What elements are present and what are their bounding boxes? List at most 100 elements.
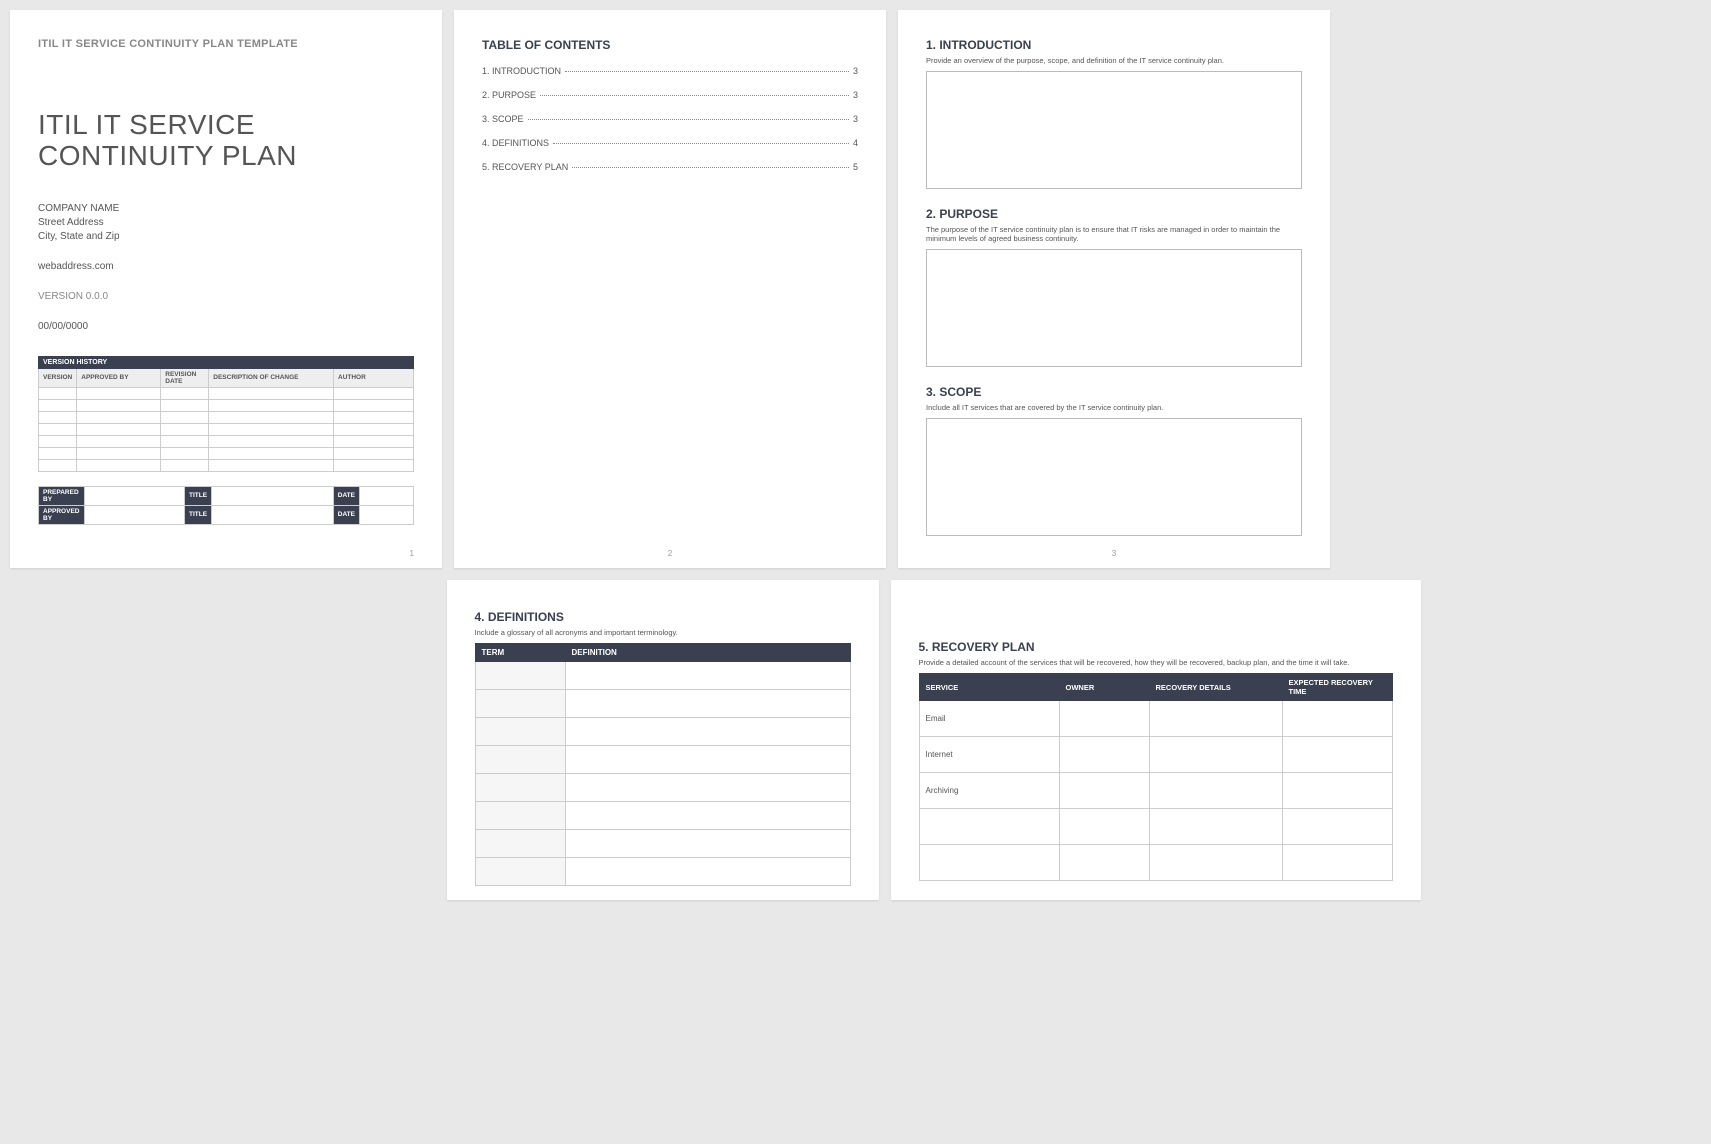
owner-cell[interactable] xyxy=(1059,701,1149,737)
term-cell[interactable] xyxy=(475,830,565,858)
service-cell[interactable]: Internet xyxy=(919,737,1059,773)
def-cell[interactable] xyxy=(565,718,850,746)
section-title-intro: 1. INTRODUCTION xyxy=(926,38,1302,52)
date-label2: DATE xyxy=(333,505,359,524)
page-2: TABLE OF CONTENTS 1. INTRODUCTION3 2. PU… xyxy=(454,10,886,568)
time-cell[interactable] xyxy=(1282,809,1392,845)
table-row xyxy=(39,387,414,399)
term-cell[interactable] xyxy=(475,662,565,690)
details-cell[interactable] xyxy=(1149,701,1282,737)
table-row xyxy=(475,830,850,858)
prep-by-val[interactable] xyxy=(85,486,185,505)
term-cell[interactable] xyxy=(475,858,565,886)
definitions-table: TERM DEFINITION xyxy=(475,643,851,886)
details-cell[interactable] xyxy=(1149,773,1282,809)
date-label: DATE xyxy=(333,486,359,505)
owner-cell[interactable] xyxy=(1059,773,1149,809)
table-row xyxy=(475,690,850,718)
toc-title: TABLE OF CONTENTS xyxy=(482,38,858,52)
table-row xyxy=(475,718,850,746)
vh-title: VERSION HISTORY xyxy=(39,356,414,368)
time-cell[interactable] xyxy=(1282,845,1392,881)
section-desc-scope: Include all IT services that are covered… xyxy=(926,403,1302,412)
term-cell[interactable] xyxy=(475,746,565,774)
vh-h-revdate: REVISION DATE xyxy=(161,368,209,387)
pages-container: ITIL IT SERVICE CONTINUITY PLAN TEMPLATE… xyxy=(10,10,1701,568)
details-cell[interactable] xyxy=(1149,737,1282,773)
appr-by-val[interactable] xyxy=(85,505,185,524)
version: VERSION 0.0.0 xyxy=(38,290,414,304)
def-cell[interactable] xyxy=(565,690,850,718)
table-row xyxy=(475,802,850,830)
toc-item-page: 3 xyxy=(853,90,858,100)
toc-item-page: 3 xyxy=(853,114,858,124)
service-cell[interactable]: Archiving xyxy=(919,773,1059,809)
owner-cell[interactable] xyxy=(1059,737,1149,773)
table-row: APPROVED BY TITLE DATE xyxy=(39,505,414,524)
service-cell[interactable]: Email xyxy=(919,701,1059,737)
title-val[interactable] xyxy=(212,486,334,505)
table-row: Email xyxy=(919,701,1392,737)
table-row xyxy=(475,858,850,886)
date-val2[interactable] xyxy=(360,505,414,524)
def-cell[interactable] xyxy=(565,802,850,830)
def-cell[interactable] xyxy=(565,662,850,690)
title-label2: TITLE xyxy=(185,505,212,524)
owner-cell[interactable] xyxy=(1059,809,1149,845)
page-3: 1. INTRODUCTION Provide an overview of t… xyxy=(898,10,1330,568)
section-title-definitions: 4. DEFINITIONS xyxy=(475,610,851,624)
term-cell[interactable] xyxy=(475,690,565,718)
purpose-input[interactable] xyxy=(926,249,1302,367)
term-cell[interactable] xyxy=(475,802,565,830)
time-cell[interactable] xyxy=(1282,737,1392,773)
service-cell[interactable] xyxy=(919,809,1059,845)
def-cell[interactable] xyxy=(565,746,850,774)
time-cell[interactable] xyxy=(1282,701,1392,737)
term-cell[interactable] xyxy=(475,718,565,746)
table-row xyxy=(39,399,414,411)
toc-item-label: 4. DEFINITIONS xyxy=(482,138,549,148)
service-cell[interactable] xyxy=(919,845,1059,881)
details-cell[interactable] xyxy=(1149,845,1282,881)
rec-h-service: SERVICE xyxy=(919,674,1059,701)
title-val2[interactable] xyxy=(212,505,334,524)
table-row xyxy=(475,774,850,802)
page-1: ITIL IT SERVICE CONTINUITY PLAN TEMPLATE… xyxy=(10,10,442,568)
def-h-definition: DEFINITION xyxy=(565,644,850,662)
page-4: 4. DEFINITIONS Include a glossary of all… xyxy=(447,580,879,900)
rec-h-owner: OWNER xyxy=(1059,674,1149,701)
page-num: 3 xyxy=(1112,549,1116,558)
toc-item-label: 5. RECOVERY PLAN xyxy=(482,162,568,172)
doc-title-line1: ITIL IT SERVICE xyxy=(38,109,255,140)
time-cell[interactable] xyxy=(1282,773,1392,809)
table-row: Archiving xyxy=(919,773,1392,809)
section-desc-purpose: The purpose of the IT service continuity… xyxy=(926,225,1302,243)
doc-title: ITIL IT SERVICE CONTINUITY PLAN xyxy=(38,110,414,172)
def-cell[interactable] xyxy=(565,830,850,858)
rec-h-details: RECOVERY DETAILS xyxy=(1149,674,1282,701)
prep-approve-table: PREPARED BY TITLE DATE APPROVED BY TITLE… xyxy=(38,486,414,525)
term-cell[interactable] xyxy=(475,774,565,802)
dots xyxy=(540,95,849,96)
intro-input[interactable] xyxy=(926,71,1302,189)
table-row xyxy=(919,845,1392,881)
def-cell[interactable] xyxy=(565,774,850,802)
toc-item-page: 4 xyxy=(853,138,858,148)
vh-h-author: AUTHOR xyxy=(334,368,414,387)
street: Street Address xyxy=(38,216,414,230)
section-desc-intro: Provide an overview of the purpose, scop… xyxy=(926,56,1302,65)
details-cell[interactable] xyxy=(1149,809,1282,845)
toc-row: 4. DEFINITIONS 4 xyxy=(482,138,858,148)
toc-item-page: 3 xyxy=(853,66,858,76)
owner-cell[interactable] xyxy=(1059,845,1149,881)
def-cell[interactable] xyxy=(565,858,850,886)
company-info: COMPANY NAME Street Address City, State … xyxy=(38,202,414,334)
date-val[interactable] xyxy=(360,486,414,505)
section-desc-recovery: Provide a detailed account of the servic… xyxy=(919,658,1393,667)
bottom-row: 4. DEFINITIONS Include a glossary of all… xyxy=(10,580,1701,900)
toc-row: 5. RECOVERY PLAN5 xyxy=(482,162,858,172)
scope-input[interactable] xyxy=(926,418,1302,536)
toc-row: 1. INTRODUCTION3 xyxy=(482,66,858,76)
toc-row: 3. SCOPE3 xyxy=(482,114,858,124)
version-history-table: VERSION HISTORY VERSION APPROVED BY REVI… xyxy=(38,356,414,472)
